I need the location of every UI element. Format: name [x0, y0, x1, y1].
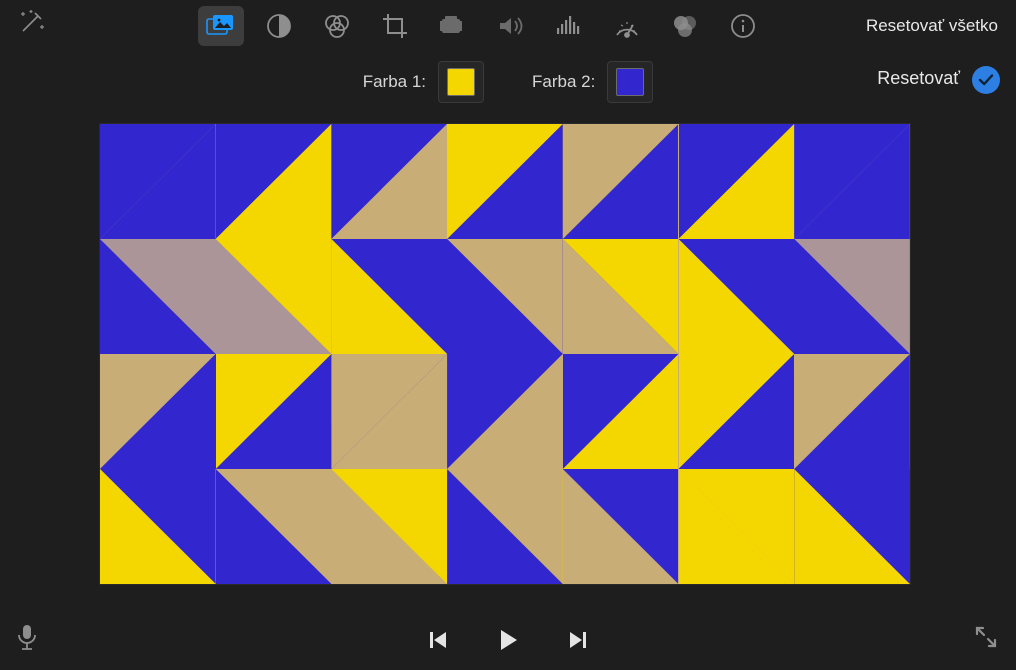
pattern-cell: [794, 354, 910, 469]
preview-viewport: [100, 124, 910, 584]
fullscreen-button[interactable]: [974, 625, 998, 654]
pattern-cell: [331, 124, 447, 239]
pattern-cell: [679, 354, 795, 469]
pattern-cell: [216, 354, 332, 469]
tab-video-overlay[interactable]: [198, 6, 244, 46]
pattern-cell: [100, 239, 216, 354]
reset-applied-indicator[interactable]: [972, 66, 1000, 94]
background-controls-bar: Farba 1: Farba 2: Resetovať: [0, 56, 1016, 108]
pattern-cell: [216, 239, 332, 354]
tab-speed[interactable]: [604, 6, 650, 46]
reset-button[interactable]: Resetovať: [877, 68, 960, 89]
color1-swatch: [447, 68, 475, 96]
tab-volume[interactable]: [488, 6, 534, 46]
pattern-cell: [331, 469, 447, 584]
color1-well[interactable]: [438, 61, 484, 103]
pattern-cell: [679, 124, 795, 239]
pattern-cell: [794, 239, 910, 354]
next-frame-button[interactable]: [558, 620, 598, 660]
tab-stabilization[interactable]: [430, 6, 476, 46]
color2-label: Farba 2:: [532, 72, 595, 92]
previous-frame-button[interactable]: [418, 620, 458, 660]
pattern-cell: [331, 354, 447, 469]
pattern-cell: [447, 469, 563, 584]
tab-color-balance[interactable]: [256, 6, 302, 46]
tab-color-filter[interactable]: [662, 6, 708, 46]
pattern-cell: [679, 469, 795, 584]
pattern-cell: [100, 469, 216, 584]
enhance-wand-button[interactable]: [10, 2, 54, 42]
color2-swatch: [616, 68, 644, 96]
play-button[interactable]: [488, 620, 528, 660]
color2-well[interactable]: [607, 61, 653, 103]
pattern-cell: [563, 239, 679, 354]
tab-color-correction[interactable]: [314, 6, 360, 46]
pattern-cell: [331, 239, 447, 354]
pattern-cell: [794, 469, 910, 584]
reset-all-button[interactable]: Resetovať všetko: [866, 16, 998, 36]
top-toolbar: Resetovať všetko: [0, 0, 1016, 56]
pattern-cell: [563, 124, 679, 239]
pattern-cell: [447, 354, 563, 469]
inspector-tabs: [198, 6, 766, 46]
color2-group: Farba 2:: [532, 61, 653, 103]
transport-controls: [418, 620, 598, 660]
app-window: Resetovať všetko Farba 1: Farba 2: Reset…: [0, 0, 1016, 670]
pattern-cell: [679, 239, 795, 354]
pattern-cell: [100, 124, 216, 239]
pattern-cell: [100, 354, 216, 469]
pattern-cell: [447, 239, 563, 354]
pattern-cell: [794, 124, 910, 239]
color1-label: Farba 1:: [363, 72, 426, 92]
tab-info[interactable]: [720, 6, 766, 46]
tab-crop[interactable]: [372, 6, 418, 46]
color1-group: Farba 1:: [363, 61, 484, 103]
pattern-cell: [563, 354, 679, 469]
playback-bar: [0, 610, 1016, 670]
pattern-cell: [216, 124, 332, 239]
preview-background-pattern: [100, 124, 910, 584]
pattern-cell: [563, 469, 679, 584]
pattern-cell: [216, 469, 332, 584]
tab-noise-equalizer[interactable]: [546, 6, 592, 46]
pattern-cell: [447, 124, 563, 239]
voiceover-mic-button[interactable]: [16, 623, 38, 656]
